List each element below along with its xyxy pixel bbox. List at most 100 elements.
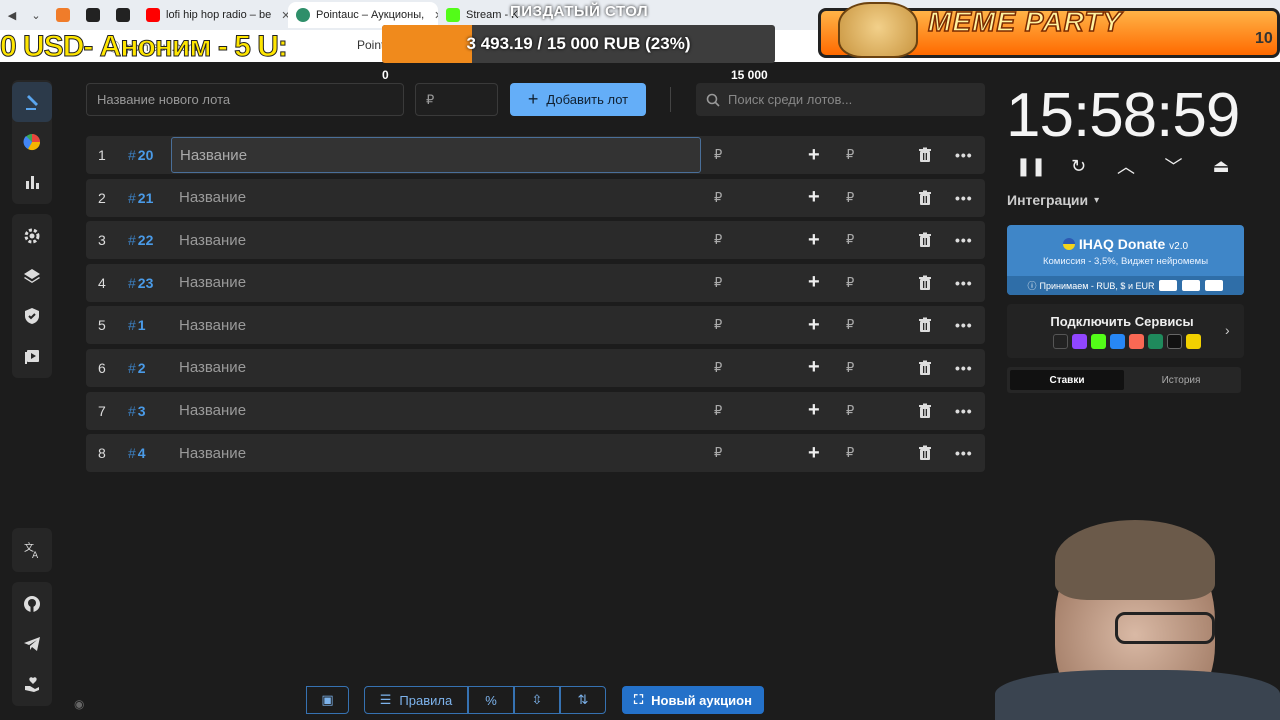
lot-amount-field[interactable]: ₽ (714, 190, 722, 206)
more-options-icon[interactable]: ••• (955, 360, 973, 376)
more-options-icon[interactable]: ••• (955, 147, 973, 163)
search-input[interactable]: Поиск среди лотов... (696, 83, 985, 116)
lot-add-amount-field[interactable]: ₽ (846, 275, 854, 291)
trash-icon[interactable] (917, 147, 933, 163)
lot-id: #1 (128, 317, 146, 333)
donate-card[interactable]: IHAQ Donate v2.0 Комиссия - 3,5%, Виджет… (1007, 225, 1244, 295)
lot-name-input[interactable]: Название (171, 137, 701, 173)
lot-name-input[interactable]: Название (171, 180, 701, 216)
lot-add-amount-field[interactable]: ₽ (846, 317, 854, 333)
add-amount-icon[interactable]: + (808, 356, 820, 379)
sidebar-item-github[interactable] (12, 584, 52, 624)
trash-icon[interactable] (917, 445, 933, 461)
lot-add-amount-field[interactable]: ₽ (846, 360, 854, 376)
save-button[interactable]: ▣ (306, 686, 349, 714)
add-amount-icon[interactable]: + (808, 314, 820, 337)
trash-icon[interactable] (917, 190, 933, 206)
tab-history[interactable]: История (1124, 370, 1238, 390)
trash-icon[interactable] (917, 232, 933, 248)
browser-tab-1[interactable] (48, 2, 78, 28)
sidebar-item-stats[interactable] (12, 162, 52, 202)
info-icon: ⓘ (1027, 281, 1037, 291)
chevron-down-icon[interactable]: ﹀ (1161, 154, 1187, 178)
eye-icon[interactable]: ◉ (74, 697, 84, 711)
sidebar-item-donate[interactable] (12, 664, 52, 704)
more-options-icon[interactable]: ••• (955, 403, 973, 419)
rules-button[interactable]: ☰ Правила (364, 686, 468, 714)
more-options-icon[interactable]: ••• (955, 445, 973, 461)
lot-add-amount-field[interactable]: ₽ (846, 445, 854, 461)
lot-name-input[interactable]: Название (171, 222, 701, 258)
lot-name-input[interactable]: Название (171, 265, 701, 301)
add-lot-button[interactable]: + Добавить лот (510, 83, 646, 116)
tab-audio-icon[interactable]: ◀ (0, 3, 24, 27)
eject-icon[interactable]: ⏏ (1208, 154, 1234, 178)
lot-name-input[interactable]: Название (171, 307, 701, 343)
sidebar-item-layers[interactable] (12, 256, 52, 296)
pause-icon[interactable]: ❚❚ (1016, 154, 1046, 178)
new-lot-name-input[interactable]: Название нового лота (86, 83, 404, 116)
add-amount-icon[interactable]: + (808, 442, 820, 465)
reset-icon[interactable]: ↻ (1066, 154, 1092, 178)
telegram-icon (24, 637, 40, 651)
lot-amount-field[interactable]: ₽ (714, 147, 722, 163)
tab-dropdown-icon[interactable]: ⌄ (24, 3, 48, 27)
lot-name-input[interactable]: Название (171, 435, 701, 471)
tab-bids[interactable]: Ставки (1010, 370, 1124, 390)
add-amount-icon[interactable]: + (808, 186, 820, 209)
sidebar-item-auction[interactable] (12, 82, 52, 122)
lot-row: 6 #2 Название ₽ + ₽ ••• (86, 348, 985, 387)
sort-button[interactable]: ⇅ (560, 686, 606, 714)
split-icon: ⇳ (531, 692, 543, 707)
percent-button[interactable]: % (468, 686, 514, 714)
lot-add-amount-field[interactable]: ₽ (846, 190, 854, 206)
trash-icon[interactable] (917, 403, 933, 419)
add-amount-icon[interactable]: + (808, 271, 820, 294)
close-icon[interactable]: ✕ (281, 9, 288, 22)
browser-tab-2[interactable] (78, 2, 108, 28)
trash-icon[interactable] (917, 360, 933, 376)
meme-party-banner: MEME PARTY (818, 2, 1280, 58)
chevron-up-icon[interactable]: ︿ (1113, 154, 1139, 178)
doge-image (838, 2, 918, 58)
integrations-dropdown[interactable]: Интеграции ▾ (1007, 192, 1099, 208)
sidebar-item-video[interactable] (12, 336, 52, 376)
lot-name-input[interactable]: Название (171, 393, 701, 429)
sidebar-item-security[interactable] (12, 296, 52, 336)
more-options-icon[interactable]: ••• (955, 275, 973, 291)
lot-amount-field[interactable]: ₽ (714, 403, 722, 419)
trash-icon[interactable] (917, 317, 933, 333)
browser-tab-3[interactable] (108, 2, 138, 28)
lot-amount-field[interactable]: ₽ (714, 275, 722, 291)
sidebar-item-language[interactable]: 文A (12, 530, 52, 570)
browser-tab-youtube[interactable]: lofi hip hop radio – be ✕ (138, 2, 288, 28)
lot-row: 4 #23 Название ₽ + ₽ ••• (86, 263, 985, 302)
trash-icon[interactable] (917, 275, 933, 291)
lot-add-amount-field[interactable]: ₽ (846, 232, 854, 248)
rules-label: Правила (399, 692, 453, 708)
new-auction-button[interactable]: ⛶ Новый аукцион (622, 686, 764, 714)
more-options-icon[interactable]: ••• (955, 232, 973, 248)
lot-amount-field[interactable]: ₽ (714, 317, 722, 333)
add-amount-icon[interactable]: + (808, 144, 820, 167)
split-button[interactable]: ⇳ (514, 686, 560, 714)
more-options-icon[interactable]: ••• (955, 190, 973, 206)
sidebar-item-telegram[interactable] (12, 624, 52, 664)
more-options-icon[interactable]: ••• (955, 317, 973, 333)
mir-icon (1182, 280, 1201, 291)
lot-row: 3 #22 Название ₽ + ₽ ••• (86, 221, 985, 260)
lot-name-input[interactable]: Название (171, 350, 701, 386)
lot-add-amount-field[interactable]: ₽ (846, 403, 854, 419)
add-amount-icon[interactable]: + (808, 399, 820, 422)
sidebar-item-wheel[interactable] (12, 122, 52, 162)
new-lot-amount-input[interactable]: ₽ (415, 83, 498, 116)
lot-amount-field[interactable]: ₽ (714, 445, 722, 461)
lot-number: 5 (98, 317, 106, 334)
lot-add-amount-field[interactable]: ₽ (846, 147, 854, 163)
lot-amount-field[interactable]: ₽ (714, 232, 722, 248)
connect-services-card[interactable]: Подключить Сервисы › (1007, 304, 1244, 358)
add-amount-icon[interactable]: + (808, 229, 820, 252)
goal-min-label: 0 (382, 68, 389, 82)
lot-amount-field[interactable]: ₽ (714, 360, 722, 376)
sidebar-item-settings[interactable] (12, 216, 52, 256)
